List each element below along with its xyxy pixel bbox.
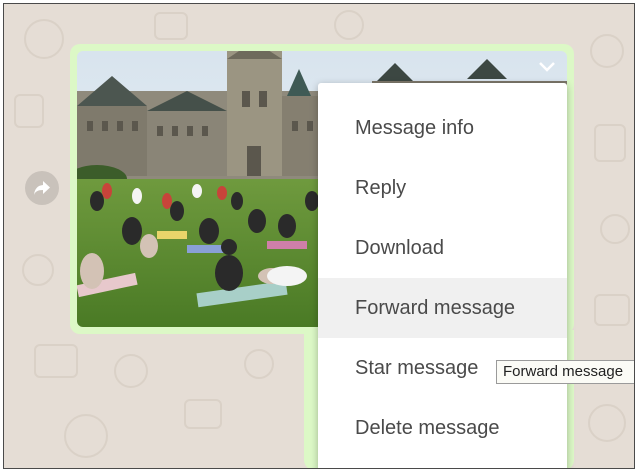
menu-item-forward-message[interactable]: Forward message (318, 278, 567, 338)
chat-window: Message info Reply Download Forward mess… (3, 3, 635, 469)
wallpaper-doodle (34, 344, 78, 378)
wallpaper-doodle (588, 404, 626, 442)
wallpaper-doodle (22, 254, 54, 286)
wallpaper-doodle (244, 349, 274, 379)
wallpaper-doodle (14, 94, 44, 128)
forward-button[interactable] (25, 171, 59, 205)
wallpaper-doodle (184, 399, 222, 429)
wallpaper-doodle (594, 294, 630, 326)
menu-item-reply[interactable]: Reply (318, 158, 567, 218)
tooltip: Forward message (496, 360, 634, 384)
wallpaper-doodle (114, 354, 148, 388)
wallpaper-doodle (600, 214, 630, 244)
wallpaper-doodle (64, 414, 108, 458)
wallpaper-doodle (334, 10, 364, 40)
wallpaper-doodle (590, 34, 624, 68)
menu-item-download[interactable]: Download (318, 218, 567, 278)
menu-item-delete-message[interactable]: Delete message (318, 398, 567, 458)
chevron-down-icon[interactable] (537, 59, 557, 75)
wallpaper-doodle (24, 19, 64, 59)
message-context-menu: Message info Reply Download Forward mess… (318, 83, 567, 468)
wallpaper-doodle (154, 12, 188, 40)
forward-arrow-icon (34, 181, 50, 195)
wallpaper-doodle (594, 124, 626, 162)
menu-item-message-info[interactable]: Message info (318, 98, 567, 158)
